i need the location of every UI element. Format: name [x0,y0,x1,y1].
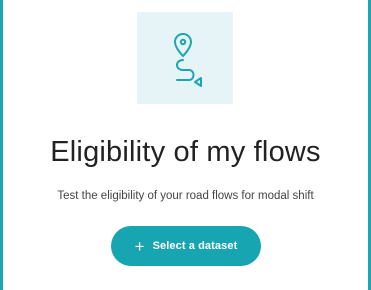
pin-dot [179,38,187,46]
plus-icon: + [134,236,145,256]
select-dataset-label: Select a dataset [152,240,238,252]
page-subtitle: Test the eligibility of your road flows … [57,190,314,202]
eligibility-panel: Eligibility of my flows Test the eligibi… [0,0,371,290]
route-pin-arrow-icon [173,32,202,87]
route-illustration [137,12,233,104]
route-path [176,59,195,81]
select-dataset-button[interactable]: + Select a dataset [111,226,261,266]
arrow-head [194,77,202,87]
page-title: Eligibility of my flows [50,136,321,168]
